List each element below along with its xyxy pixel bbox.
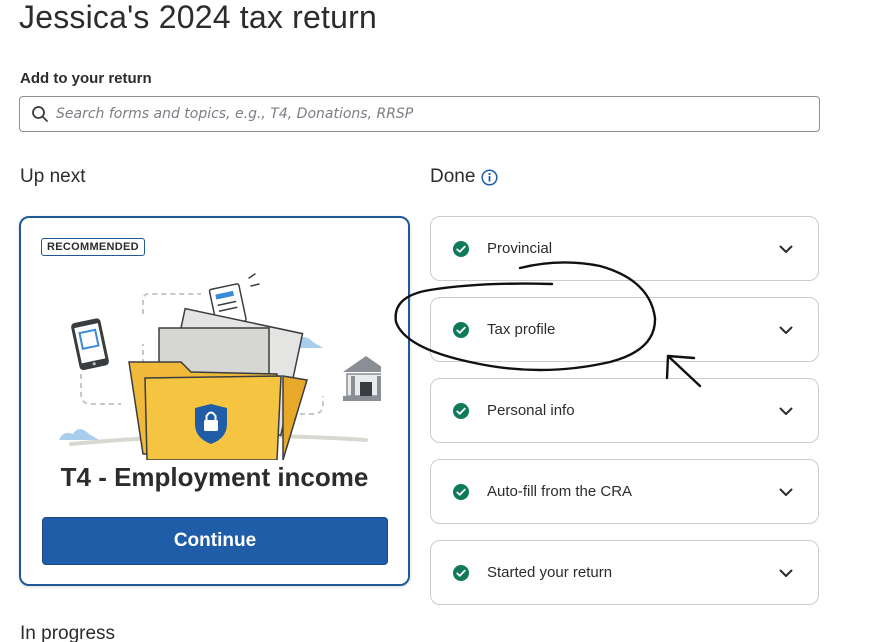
chevron-down-icon[interactable] (777, 402, 795, 420)
search-input[interactable] (56, 97, 819, 131)
check-circle-icon (452, 564, 470, 582)
done-item-tax-profile[interactable]: Tax profile (430, 297, 819, 362)
done-item-personal-info[interactable]: Personal info (430, 378, 819, 443)
done-item-label: Tax profile (487, 321, 556, 338)
done-heading: Done (430, 166, 498, 188)
continue-button[interactable]: Continue (42, 517, 388, 565)
up-next-heading: Up next (20, 166, 86, 187)
info-icon[interactable] (481, 168, 498, 186)
search-icon (30, 104, 50, 124)
chevron-down-icon[interactable] (777, 321, 795, 339)
chevron-down-icon[interactable] (777, 564, 795, 582)
done-item-auto-fill[interactable]: Auto-fill from the CRA (430, 459, 819, 524)
check-circle-icon (452, 321, 470, 339)
card-title: T4 - Employment income (60, 462, 369, 492)
done-item-label: Started your return (487, 564, 613, 581)
in-progress-heading: In progress (20, 623, 116, 642)
folder-illustration (59, 273, 381, 460)
check-circle-icon (452, 402, 470, 420)
search-label: Add to your return (20, 70, 152, 87)
done-item-provincial[interactable]: Provincial (430, 216, 819, 281)
done-item-label: Auto-fill from the CRA (487, 483, 633, 500)
done-heading-label: Done (430, 166, 476, 187)
search-box[interactable] (19, 96, 820, 132)
done-item-label: Provincial (487, 240, 553, 257)
check-circle-icon (452, 240, 470, 258)
recommended-card: RECOMMENDED T4 - Employment income Conti… (19, 216, 410, 586)
recommended-badge: RECOMMENDED (41, 238, 145, 256)
page-title: Jessica's 2024 tax return (19, 0, 377, 35)
chevron-down-icon[interactable] (777, 240, 795, 258)
done-item-started-return[interactable]: Started your return (430, 540, 819, 605)
done-item-label: Personal info (487, 402, 575, 419)
chevron-down-icon[interactable] (777, 483, 795, 501)
check-circle-icon (452, 483, 470, 501)
